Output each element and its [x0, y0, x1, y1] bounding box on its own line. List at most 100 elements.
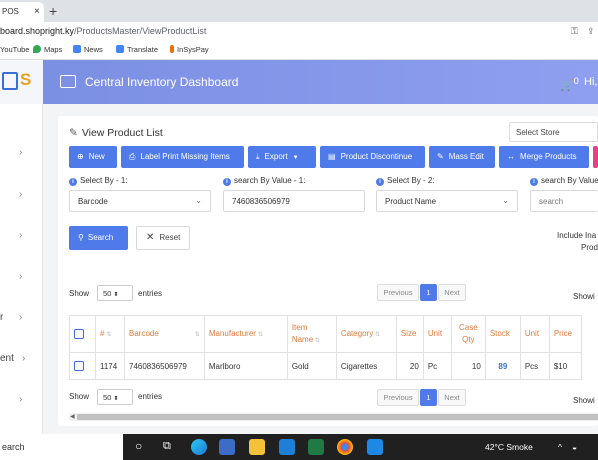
merge-products-button[interactable]: ↔ Merge Products [499, 146, 589, 168]
excel-icon[interactable] [308, 439, 324, 455]
previous-button-bottom[interactable]: Previous [377, 389, 419, 406]
bookmark-translate[interactable]: Translate [116, 45, 158, 54]
chevron-right-icon: › [19, 271, 23, 282]
store-icon[interactable] [219, 439, 235, 455]
include-inactive-label: Include Ina [557, 231, 597, 240]
search-value-2-input[interactable]: search [530, 190, 598, 212]
maps-icon [33, 45, 41, 53]
previous-button-top[interactable]: Previous [377, 284, 419, 301]
sort-icon: ⇅ [315, 337, 321, 344]
col-number[interactable]: # ⇅ [95, 315, 125, 353]
store-select[interactable]: Select Store [509, 122, 598, 142]
select-all-header[interactable] [69, 315, 96, 353]
scroll-left-icon[interactable]: ◀ [70, 413, 75, 420]
browser-tab[interactable]: POS × [0, 2, 44, 22]
logo-register-icon [2, 72, 18, 90]
sidebar-item-label: r [0, 312, 4, 323]
search-value-1-input[interactable]: 7460836506979 [223, 190, 365, 212]
col-unit-2[interactable]: Unit [519, 315, 550, 353]
search-button[interactable]: ⚲ Search [69, 226, 128, 250]
info-icon: i [376, 178, 384, 186]
col-item-name[interactable]: Item Name ⇅ [286, 315, 337, 353]
search-button-label: Search [87, 233, 114, 242]
cortana-icon[interactable]: ○ [135, 439, 142, 453]
url-text[interactable]: board.shopright.ky/ProductsMaster/ViewPr… [0, 26, 206, 36]
insyspay-icon [170, 45, 174, 53]
showing-info-bottom: Showi [573, 396, 595, 405]
bookmark-maps[interactable]: Maps [33, 45, 62, 54]
printer-icon: ⎙ [129, 152, 136, 161]
page-title: ✎ View Product List [69, 127, 163, 139]
new-button[interactable]: ⊕ New [69, 146, 117, 168]
label-print-button[interactable]: ⎙ Label Print Missing Items [121, 146, 244, 168]
reset-button[interactable]: ✕ Reset [136, 226, 190, 250]
cell-unit-2: Pcs [519, 352, 550, 380]
product-list-card: ✎ View Product List Select Store ⊕ New ⎙ La… [58, 116, 598, 426]
sort-icon: ⇅ [375, 331, 381, 338]
entries-select-bottom[interactable]: 50 ⬍ [97, 389, 133, 405]
entries-select-top[interactable]: 50 ⬍ [97, 285, 133, 301]
export-button[interactable]: ⤓ Export ▼ [248, 146, 316, 168]
mass-edit-button[interactable]: ✎ Mass Edit [429, 146, 495, 168]
next-button-bottom[interactable]: Next [438, 389, 466, 406]
table-row[interactable]: 1174 7460836506979 Marlboro Gold Cigaret… [69, 352, 582, 380]
scrollbar-thumb[interactable] [77, 414, 598, 420]
cell-stock-link[interactable]: 89 [484, 352, 521, 380]
tray-chevron-icon[interactable]: ^ [558, 442, 562, 452]
share-icon[interactable]: ⇪ [587, 26, 595, 37]
file-explorer-icon[interactable] [249, 439, 265, 455]
search-icon: ⚲ [78, 233, 84, 242]
key-icon[interactable]: ⚿ [571, 26, 578, 37]
chevron-right-icon: › [19, 230, 23, 241]
skype-icon[interactable] [367, 439, 383, 455]
col-manufacturer[interactable]: Manufacturer ⇅ [203, 315, 288, 353]
task-view-icon[interactable]: ⧉ [163, 440, 171, 453]
col-stock[interactable]: Stock [484, 315, 521, 353]
extra-action-button[interactable] [593, 146, 598, 168]
col-unit[interactable]: Unit [422, 315, 452, 353]
app-logo[interactable]: S [0, 60, 43, 104]
row-checkbox[interactable] [74, 361, 84, 371]
merge-label: Merge Products [520, 152, 577, 161]
select-by-2-dropdown[interactable]: Product Name ⌄ [376, 190, 518, 212]
col-label: Item Name [291, 322, 314, 344]
close-icon: ✕ [146, 232, 155, 243]
new-button-label: New [88, 152, 105, 161]
cart-icon[interactable]: 🛒0 [560, 76, 579, 92]
entries-value: 50 [103, 289, 112, 298]
select-all-checkbox[interactable] [74, 328, 84, 339]
cell-item-name: Gold [286, 352, 337, 380]
browser-tab-bar: POS × + [0, 0, 598, 22]
col-size[interactable]: Size [395, 315, 424, 353]
next-button-top[interactable]: Next [438, 284, 466, 301]
edge-icon[interactable] [191, 439, 207, 455]
chrome-icon[interactable] [337, 439, 353, 455]
bookmark-label: Translate [127, 45, 158, 54]
mail-icon[interactable] [279, 439, 295, 455]
bookmark-insyspay[interactable]: InSysPay [170, 45, 209, 54]
page-1-button-top[interactable]: 1 [420, 284, 437, 301]
network-icon[interactable]: ◒ [572, 442, 577, 452]
weather-text[interactable]: 42°C Smoke [485, 442, 533, 452]
col-case-qty[interactable]: Case Qty [450, 315, 486, 353]
page-1-button-bottom[interactable]: 1 [420, 389, 437, 406]
product-discontinue-button[interactable]: ▤ Product Discontinue [320, 146, 425, 168]
news-icon [73, 45, 81, 53]
search-value-2-text: search By Value [541, 176, 598, 185]
select-by-1-dropdown[interactable]: Barcode ⌄ [69, 190, 211, 212]
bookmark-youtube[interactable]: YouTube [0, 45, 29, 54]
col-price[interactable]: Price [548, 315, 582, 353]
cell-size: 20 [395, 352, 424, 380]
chevron-right-icon: › [19, 394, 23, 405]
cell-case-qty: 10 [450, 352, 486, 380]
bookmark-news[interactable]: News [73, 45, 103, 54]
new-tab-button[interactable]: + [49, 2, 57, 20]
col-barcode[interactable]: Barcode ⇅ [124, 315, 205, 353]
tab-close-icon[interactable]: × [34, 2, 40, 22]
taskbar-search[interactable]: earch [0, 434, 123, 460]
col-category[interactable]: Category ⇅ [335, 315, 397, 353]
user-greeting[interactable]: Hi, [584, 76, 597, 88]
address-bar[interactable]: board.shopright.ky/ProductsMaster/ViewPr… [0, 22, 598, 42]
horizontal-scrollbar[interactable]: ◀ [69, 413, 598, 421]
row-select-cell[interactable] [69, 352, 96, 380]
